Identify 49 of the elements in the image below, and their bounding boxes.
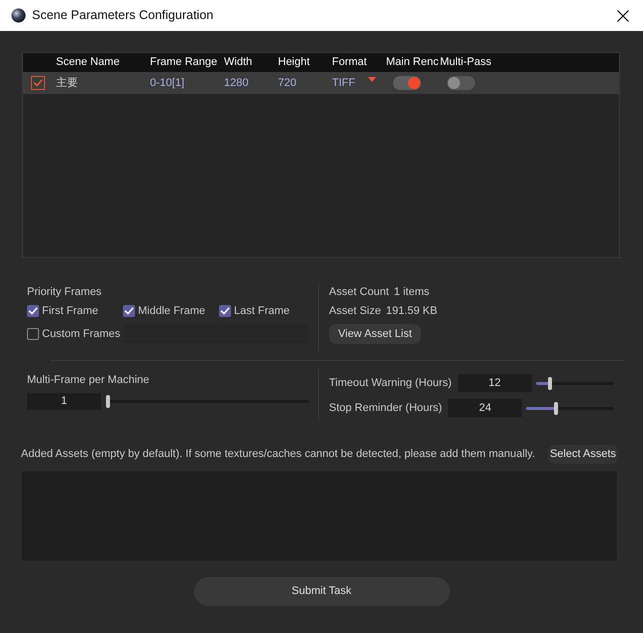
checkbox-label[interactable]: Custom Frames [42, 326, 120, 342]
number-input[interactable]: 1 [27, 393, 101, 410]
checkbox-label[interactable]: Last Frame [234, 302, 290, 320]
toggle-switch[interactable] [447, 76, 475, 90]
slider-thumb[interactable] [106, 395, 110, 408]
slider-track[interactable] [526, 402, 614, 414]
table-row[interactable]: 主要 0-10[1] 1280 720 TIFF [23, 72, 619, 94]
slider-track[interactable] [106, 395, 309, 408]
info-value: 1 items [394, 284, 430, 300]
checkbox[interactable] [219, 305, 231, 317]
column-header: Frame Range [150, 55, 218, 70]
table-cell-text: TIFF [332, 76, 356, 91]
checkbox[interactable] [27, 328, 39, 340]
checkbox-label[interactable]: First Frame [42, 302, 98, 320]
number-input[interactable]: 12 [458, 374, 532, 392]
submit-task-button[interactable]: Submit Task [194, 577, 450, 606]
column-header: Multi-Pass [440, 55, 492, 70]
column-header: Height [278, 55, 311, 70]
dropdown-caret-icon[interactable] [368, 76, 376, 82]
added-assets-hint: Added Assets (empty by default). If some textures/caches cannot be detected, please add them manually. [21, 447, 536, 462]
slider-thumb[interactable] [554, 402, 558, 414]
app-logo-icon [11, 8, 26, 23]
table-cell-text: 主要 [56, 76, 78, 91]
select-assets-button[interactable]: Select Assets [548, 445, 618, 464]
column-header: Width [224, 55, 254, 70]
slider-track[interactable] [536, 376, 614, 390]
column-header: Main Renc [386, 55, 440, 70]
row-checkbox[interactable] [31, 76, 45, 90]
column-header: Format [332, 55, 368, 70]
number-input[interactable]: 24 [448, 399, 522, 417]
column-header: Scene Name [56, 55, 121, 70]
info-label: Asset Size [329, 304, 381, 319]
view-asset-list-button[interactable]: View Asset List [329, 324, 421, 344]
info-label: Asset Count [329, 284, 389, 300]
checkbox-label[interactable]: Middle Frame [138, 302, 206, 320]
slider-thumb[interactable] [548, 376, 552, 390]
table-cell-text: 1280 [224, 76, 248, 91]
field-label: Timeout Warning (Hours) [329, 376, 452, 391]
checkbox[interactable] [27, 305, 39, 317]
field-label: Multi-Frame per Machine [27, 373, 150, 387]
close-icon [617, 10, 629, 22]
info-value: 191.59 KB [386, 304, 438, 319]
table-cell-text: 720 [278, 76, 296, 91]
table-cell-text: 0-10[1] [150, 76, 184, 91]
section-label: Priority Frames [27, 285, 103, 299]
toggle-switch[interactable] [393, 76, 421, 90]
field-label: Stop Reminder (Hours) [329, 400, 442, 416]
checkbox[interactable] [123, 305, 135, 317]
window-title: Scene Parameters Configuration [32, 7, 214, 24]
